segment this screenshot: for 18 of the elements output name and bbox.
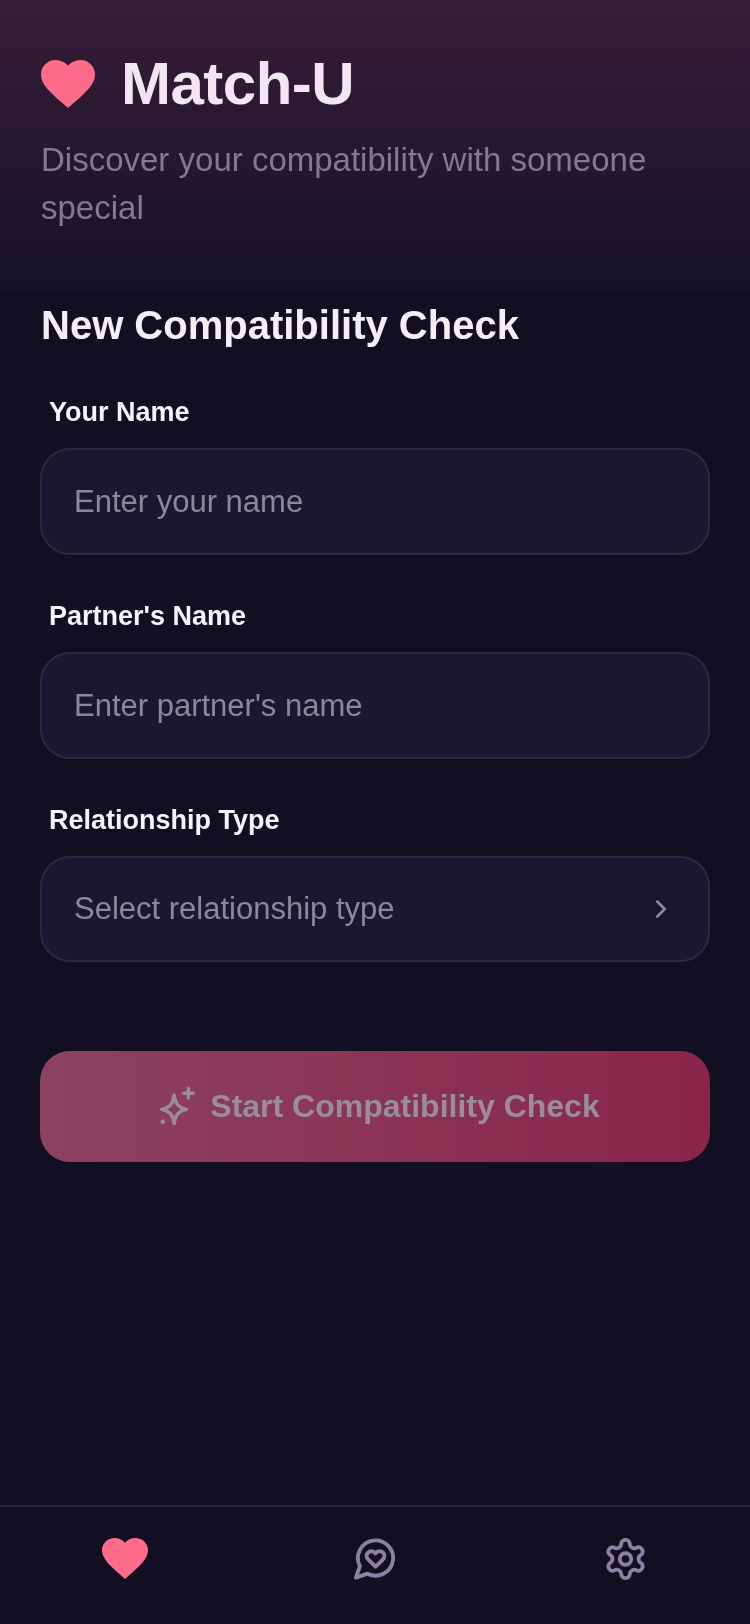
text-field[interactable]: Enter your name (40, 448, 710, 555)
text-field[interactable]: Enter partner's name (40, 652, 710, 759)
section-title: New Compatibility Check (41, 302, 520, 349)
settings-icon (603, 1538, 647, 1580)
chevron-icon (656, 900, 666, 918)
nav-tab[interactable] (102, 1538, 148, 1579)
select-field[interactable]: Select relationship type (40, 856, 710, 962)
app-title: Match-U (121, 52, 355, 116)
field-label: Partner's Name (49, 600, 246, 633)
sparkle-icon (158, 1086, 197, 1127)
chat-heart-icon (353, 1538, 397, 1580)
nav-tab[interactable] (353, 1538, 397, 1580)
heart-icon (41, 60, 95, 108)
heart-icon (102, 1538, 148, 1579)
field-label: Relationship Type (49, 804, 280, 837)
app-subtitle: Discover your compatibility with someone special (41, 140, 648, 228)
field-label: Your Name (49, 396, 190, 429)
nav-tab[interactable] (603, 1538, 647, 1580)
